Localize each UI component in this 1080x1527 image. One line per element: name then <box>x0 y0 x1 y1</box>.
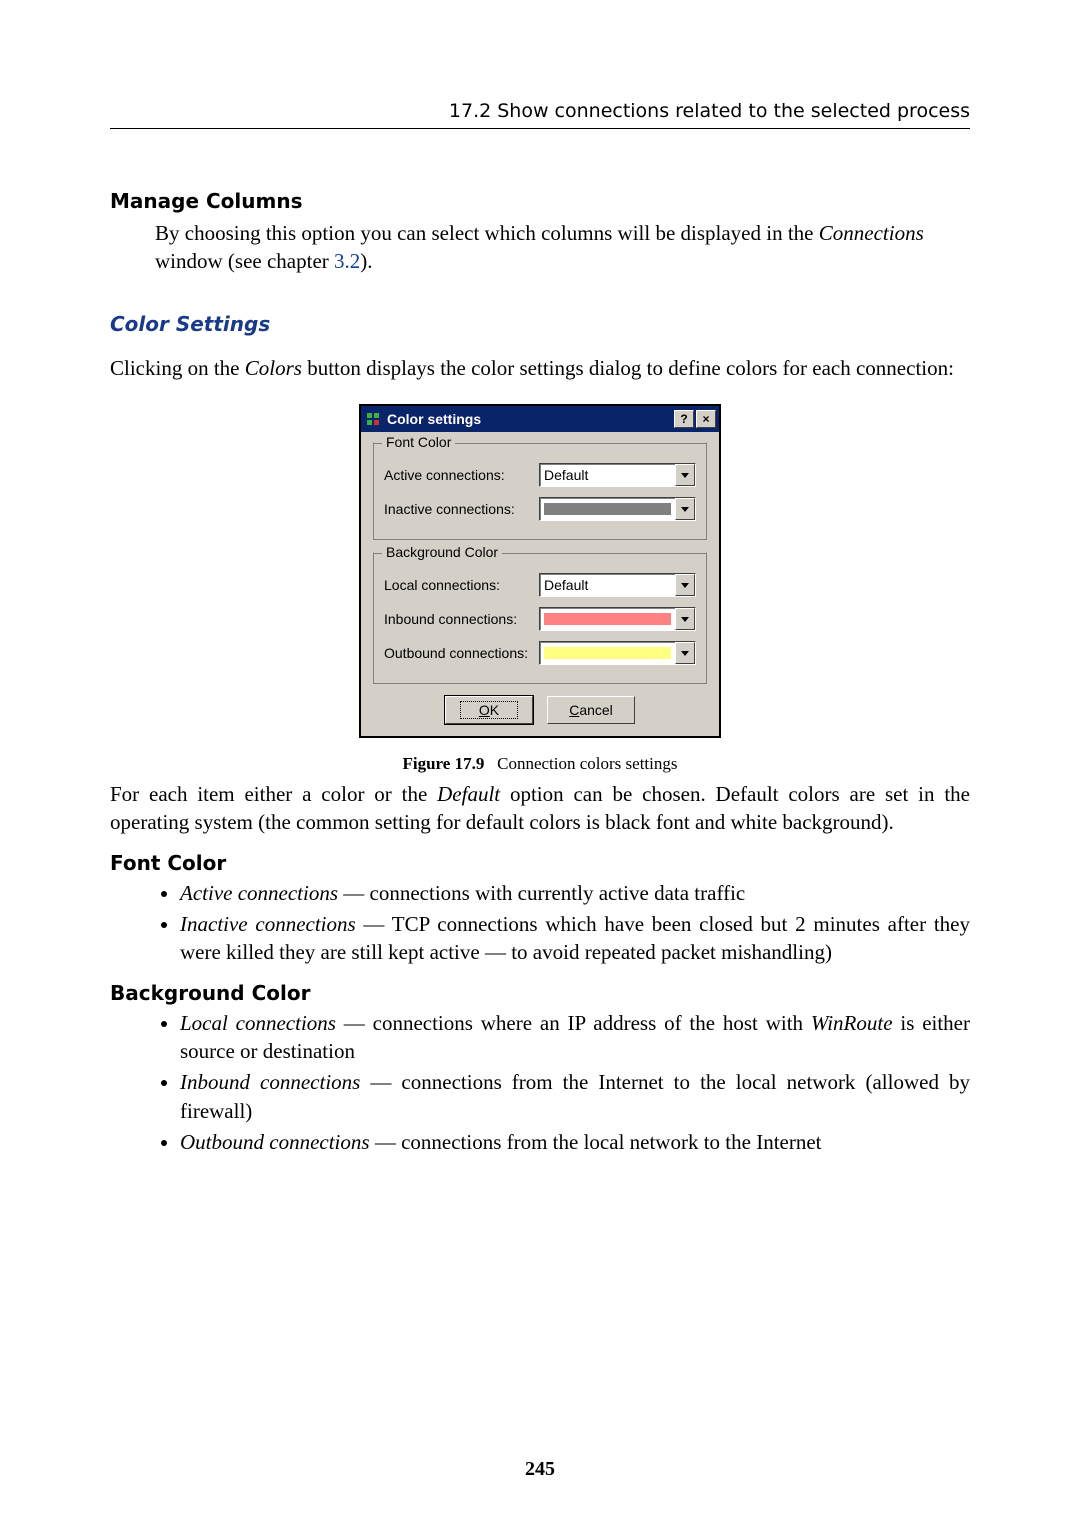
figure-number: Figure 17.9 <box>403 754 485 773</box>
text-em: Outbound connections <box>180 1130 370 1154</box>
chevron-down-icon[interactable] <box>675 642 695 664</box>
label-outbound-connections: Outbound connections: <box>384 645 539 661</box>
combo-inbound-connections[interactable] <box>539 607 696 631</box>
titlebar[interactable]: Color settings ? × <box>361 406 719 432</box>
combo-active-connections[interactable]: Default <box>539 463 696 487</box>
text: ancel <box>579 702 612 718</box>
close-button[interactable]: × <box>696 410 716 428</box>
text: ). <box>360 249 372 273</box>
row-inactive-connections: Inactive connections: <box>384 497 696 521</box>
running-header: 17.2 Show connections related to the sel… <box>110 100 970 129</box>
label-active-connections: Active connections: <box>384 467 539 483</box>
heading-color-settings: Color Settings <box>110 312 970 336</box>
app-icon <box>365 411 381 427</box>
groupbox-legend: Font Color <box>382 434 455 450</box>
combo-value <box>540 642 675 664</box>
list-item: Inbound connections — connections from t… <box>180 1068 970 1125</box>
text-em: Inactive connections <box>180 912 356 936</box>
chevron-down-icon[interactable] <box>675 498 695 520</box>
text: Clicking on the <box>110 356 245 380</box>
text-em: WinRoute <box>811 1011 893 1035</box>
list-item: Active connections — connections with cu… <box>180 879 970 907</box>
cancel-button[interactable]: Cancel <box>547 696 635 724</box>
help-button[interactable]: ? <box>674 410 694 428</box>
text-em: Local connections <box>180 1011 336 1035</box>
combo-value: Default <box>540 574 675 596</box>
text: — connections from the local network to … <box>370 1130 822 1154</box>
text-em: Inbound connections <box>180 1070 360 1094</box>
text-em: Default <box>437 782 500 806</box>
dialog-button-row: OK Cancel <box>373 696 707 724</box>
color-swatch <box>544 647 671 659</box>
text-em: Active connections <box>180 881 338 905</box>
row-local-connections: Local connections: Default <box>384 573 696 597</box>
explain-paragraph: For each item either a color or the Defa… <box>110 780 970 837</box>
combo-value: Default <box>540 464 675 486</box>
groupbox-font-color: Font Color Active connections: Default I… <box>373 442 707 540</box>
mnemonic: C <box>569 702 579 718</box>
chevron-down-icon[interactable] <box>675 608 695 630</box>
font-color-list: Active connections — connections with cu… <box>160 879 970 967</box>
text-em: Connections <box>819 221 924 245</box>
background-color-list: Local connections — connections where an… <box>160 1009 970 1157</box>
page-number: 245 <box>0 1458 1080 1481</box>
page: 17.2 Show connections related to the sel… <box>0 0 1080 1527</box>
text-em: Colors <box>245 356 302 380</box>
text: — connections where an IP address of the… <box>336 1011 811 1035</box>
color-swatch <box>544 503 671 515</box>
heading-font-color: Font Color <box>110 851 970 875</box>
label-inbound-connections: Inbound connections: <box>384 611 539 627</box>
row-inbound-connections: Inbound connections: <box>384 607 696 631</box>
ok-button[interactable]: OK <box>445 696 533 724</box>
figure: Color settings ? × Font Color Active con… <box>110 404 970 774</box>
text: By choosing this option you can select w… <box>155 221 819 245</box>
label-local-connections: Local connections: <box>384 577 539 593</box>
manage-columns-body: By choosing this option you can select w… <box>155 219 970 276</box>
label-inactive-connections: Inactive connections: <box>384 501 539 517</box>
mnemonic: O <box>479 702 490 718</box>
dialog-body: Font Color Active connections: Default I… <box>361 432 719 736</box>
list-item: Outbound connections — connections from … <box>180 1128 970 1156</box>
color-settings-intro: Clicking on the Colors button displays t… <box>110 354 970 382</box>
groupbox-background-color: Background Color Local connections: Defa… <box>373 552 707 684</box>
figure-caption-text: Connection colors settings <box>497 754 677 773</box>
chevron-down-icon[interactable] <box>675 464 695 486</box>
text: — connections with currently active data… <box>338 881 745 905</box>
figure-caption: Figure 17.9 Connection colors settings <box>403 754 678 774</box>
text: For each item either a color or the <box>110 782 437 806</box>
combo-inactive-connections[interactable] <box>539 497 696 521</box>
text: K <box>490 702 499 718</box>
list-item: Local connections — connections where an… <box>180 1009 970 1066</box>
chevron-down-icon[interactable] <box>675 574 695 596</box>
heading-manage-columns: Manage Columns <box>110 189 970 213</box>
text: button displays the color settings dialo… <box>302 356 954 380</box>
dialog-title: Color settings <box>387 411 672 427</box>
text: window (see chapter <box>155 249 334 273</box>
color-settings-dialog: Color settings ? × Font Color Active con… <box>359 404 721 738</box>
list-item: Inactive connections — TCP connections w… <box>180 910 970 967</box>
groupbox-legend: Background Color <box>382 544 502 560</box>
combo-local-connections[interactable]: Default <box>539 573 696 597</box>
row-outbound-connections: Outbound connections: <box>384 641 696 665</box>
combo-outbound-connections[interactable] <box>539 641 696 665</box>
row-active-connections: Active connections: Default <box>384 463 696 487</box>
combo-value <box>540 608 675 630</box>
color-swatch <box>544 613 671 625</box>
chapter-link[interactable]: 3.2 <box>334 249 360 273</box>
heading-background-color: Background Color <box>110 981 970 1005</box>
combo-value <box>540 498 675 520</box>
